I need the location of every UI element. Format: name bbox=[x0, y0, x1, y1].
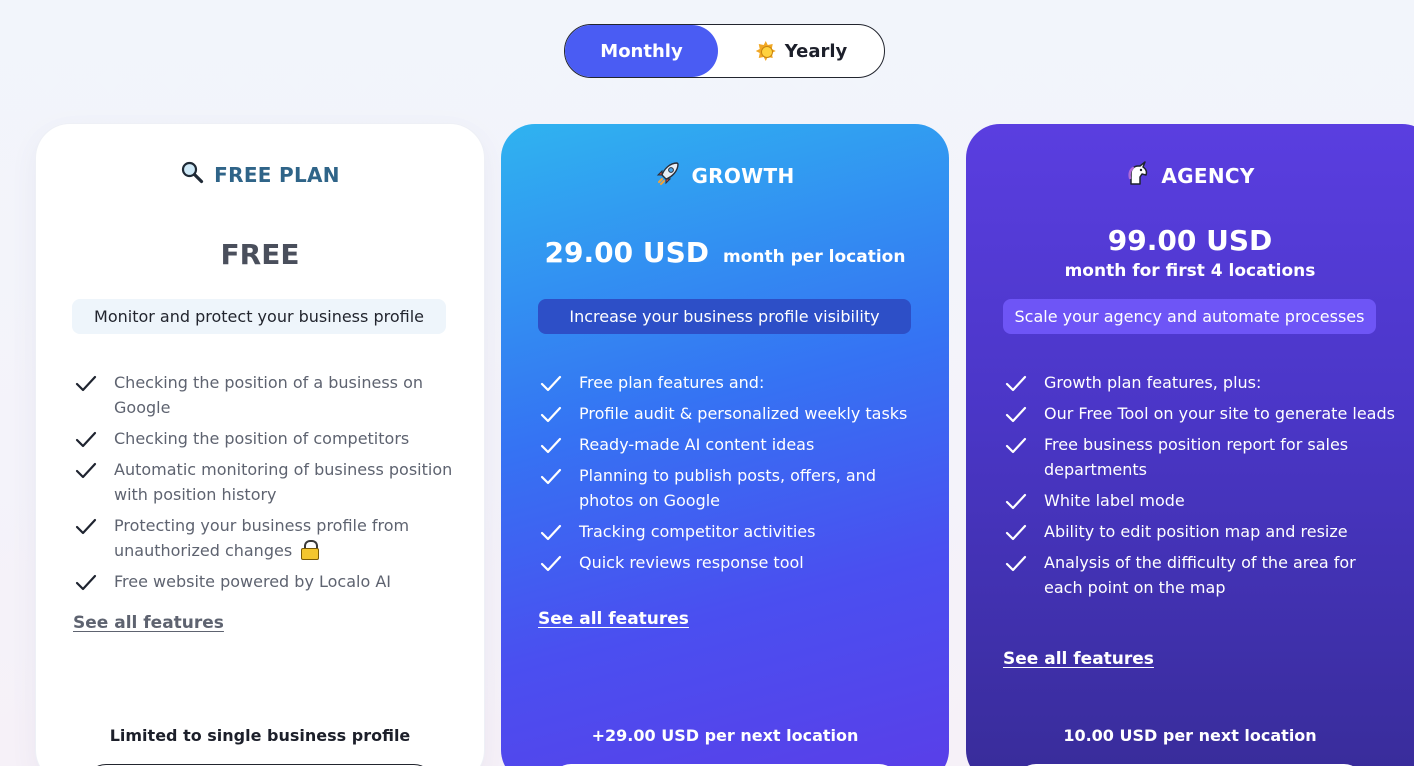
price-unit: month for first 4 locations bbox=[1064, 261, 1316, 281]
feature-item: Protecting your business profile from un… bbox=[74, 513, 456, 563]
check-icon bbox=[539, 550, 563, 575]
check-icon bbox=[539, 463, 563, 488]
feature-text: Checking the position of competitors bbox=[114, 429, 410, 448]
feature-text: Quick reviews response tool bbox=[579, 553, 804, 572]
check-icon bbox=[74, 426, 98, 451]
feature-item: Checking the position of competitors bbox=[74, 426, 456, 451]
feature-item: Free plan features and: bbox=[539, 370, 921, 395]
feature-text-wrap: Protecting your business profile from un… bbox=[114, 513, 456, 563]
feature-item: Free business position report for sales … bbox=[1004, 432, 1396, 482]
feature-text: Protecting your business profile from un… bbox=[114, 516, 410, 560]
rocket-icon bbox=[655, 160, 681, 191]
growth-plan-card: GROWTH 29.00 USD month per location Incr… bbox=[501, 124, 949, 766]
plan-footnote: +29.00 USD per next location bbox=[591, 726, 859, 745]
feature-text: Checking the position of a business on G… bbox=[114, 373, 423, 417]
free-plan-card: FREE PLAN FREE Monitor and protect your … bbox=[36, 124, 484, 766]
feature-item: Our Free Tool on your site to generate l… bbox=[1004, 401, 1396, 426]
check-icon bbox=[539, 519, 563, 544]
feature-item: Ready-made AI content ideas bbox=[539, 432, 921, 457]
feature-item: Profile audit & personalized weekly task… bbox=[539, 401, 921, 426]
feature-text: Free business position report for sales … bbox=[1044, 435, 1349, 479]
feature-list: Growth plan features, plus: Our Free Too… bbox=[1004, 370, 1396, 606]
check-icon bbox=[1004, 519, 1028, 544]
feature-item: Checking the position of a business on G… bbox=[74, 370, 456, 420]
price-amount: 29.00 USD bbox=[544, 236, 710, 269]
see-all-features-link[interactable]: See all features bbox=[538, 609, 689, 629]
plan-tagline: Scale your agency and automate processes bbox=[1003, 299, 1376, 334]
feature-text: Tracking competitor activities bbox=[579, 522, 816, 541]
feature-item: Analysis of the difficulty of the area f… bbox=[1004, 550, 1396, 600]
feature-text: Free plan features and: bbox=[579, 373, 765, 392]
check-icon bbox=[74, 569, 98, 594]
feature-text: Our Free Tool on your site to generate l… bbox=[1044, 404, 1395, 423]
feature-list: Checking the position of a business on G… bbox=[74, 370, 456, 600]
check-icon bbox=[74, 370, 98, 395]
price-unit: month per location bbox=[723, 247, 906, 267]
check-icon bbox=[1004, 550, 1028, 575]
plan-title-text: GROWTH bbox=[691, 163, 795, 188]
plan-price: 29.00 USD month per location bbox=[501, 236, 949, 269]
feature-text: Growth plan features, plus: bbox=[1044, 373, 1262, 392]
plan-price: 99.00 USD month for first 4 locations bbox=[966, 224, 1414, 281]
feature-item: Ability to edit position map and resize bbox=[1004, 519, 1396, 544]
plan-tagline: Increase your business profile visibilit… bbox=[538, 299, 911, 334]
plan-title-text: FREE PLAN bbox=[214, 162, 340, 187]
feature-text: Automatic monitoring of business positio… bbox=[114, 460, 453, 504]
plan-title: GROWTH bbox=[501, 160, 949, 191]
feature-text: Ready-made AI content ideas bbox=[579, 435, 815, 454]
feature-item: White label mode bbox=[1004, 488, 1396, 513]
plan-price: FREE bbox=[220, 238, 300, 271]
check-icon bbox=[1004, 401, 1028, 426]
feature-list: Free plan features and: Profile audit & … bbox=[539, 370, 921, 581]
see-all-features-link[interactable]: See all features bbox=[1003, 649, 1154, 669]
feature-item: Free website powered by Localo AI bbox=[74, 569, 456, 594]
check-icon bbox=[539, 401, 563, 426]
agency-plan-card: AGENCY 99.00 USD month for first 4 locat… bbox=[966, 124, 1414, 766]
yearly-option[interactable]: Yearly bbox=[718, 25, 884, 77]
check-icon bbox=[1004, 432, 1028, 457]
unicorn-icon bbox=[1125, 160, 1151, 191]
yearly-label: Yearly bbox=[784, 40, 848, 62]
plan-footnote: Limited to single business profile bbox=[109, 726, 411, 745]
plan-tagline: Monitor and protect your business profil… bbox=[72, 299, 446, 334]
feature-text: Analysis of the difficulty of the area f… bbox=[1044, 553, 1356, 597]
feature-item: Automatic monitoring of business positio… bbox=[74, 457, 456, 507]
check-icon bbox=[1004, 488, 1028, 513]
billing-period-toggle[interactable]: Monthly Yearly bbox=[564, 24, 885, 78]
feature-item: Growth plan features, plus: bbox=[1004, 370, 1396, 395]
check-icon bbox=[539, 432, 563, 457]
feature-text: White label mode bbox=[1044, 491, 1185, 510]
feature-text: Free website powered by Localo AI bbox=[114, 572, 392, 591]
feature-item: Planning to publish posts, offers, and p… bbox=[539, 463, 921, 513]
check-icon bbox=[74, 513, 98, 538]
monthly-label: Monthly bbox=[600, 40, 683, 62]
plan-title: FREE PLAN bbox=[36, 160, 484, 189]
monthly-option[interactable]: Monthly bbox=[565, 25, 718, 77]
sun-icon bbox=[755, 40, 777, 62]
plan-title: AGENCY bbox=[966, 160, 1414, 191]
feature-item: Tracking competitor activities bbox=[539, 519, 921, 544]
plan-footnote: 10.00 USD per next location bbox=[1063, 726, 1317, 745]
check-icon bbox=[539, 370, 563, 395]
feature-item: Quick reviews response tool bbox=[539, 550, 921, 575]
feature-text: Ability to edit position map and resize bbox=[1044, 522, 1348, 541]
lock-icon bbox=[301, 540, 320, 560]
check-icon bbox=[1004, 370, 1028, 395]
plan-title-text: AGENCY bbox=[1161, 163, 1255, 188]
see-all-features-link[interactable]: See all features bbox=[73, 613, 224, 633]
feature-text: Profile audit & personalized weekly task… bbox=[579, 404, 908, 423]
check-icon bbox=[74, 457, 98, 482]
price-amount: 99.00 USD bbox=[1107, 224, 1273, 257]
magnifier-icon bbox=[180, 160, 204, 189]
feature-text: Planning to publish posts, offers, and p… bbox=[579, 466, 876, 510]
